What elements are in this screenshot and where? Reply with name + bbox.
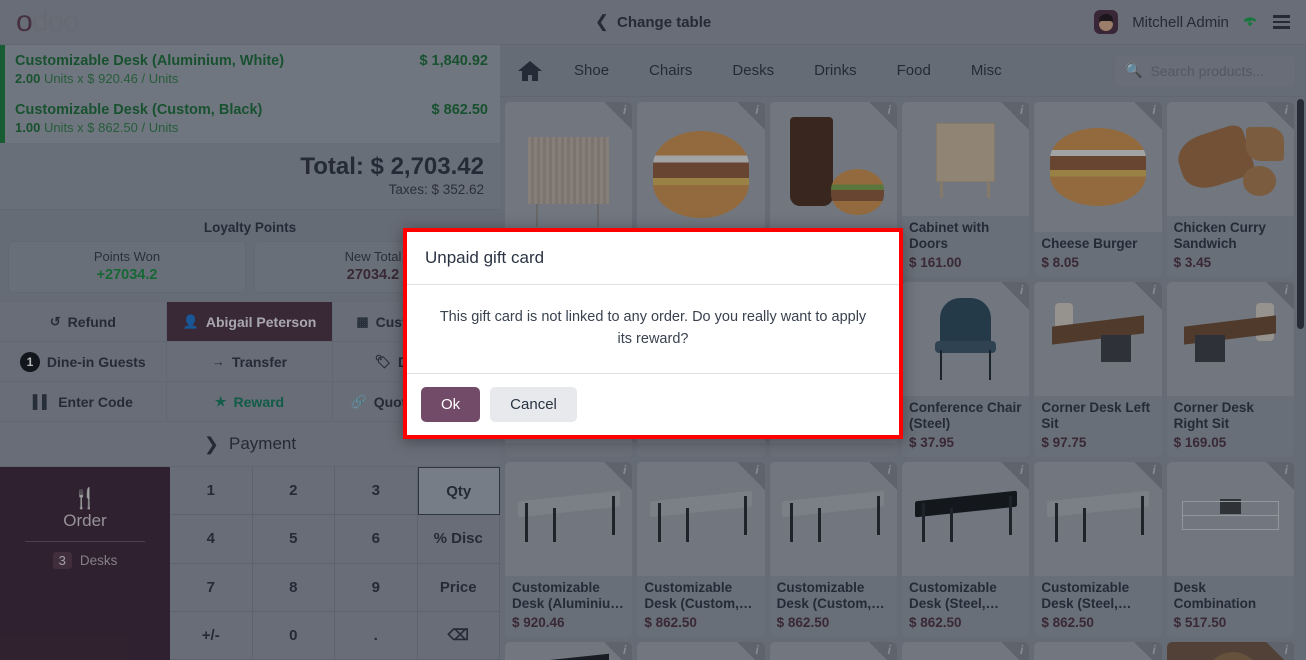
pos-app: odoo ❮ Change table Mitchell Admin ◓ Cus… [0, 0, 1306, 660]
cancel-button[interactable]: Cancel [490, 386, 577, 422]
unpaid-gift-card-dialog: Unpaid gift card This gift card is not l… [403, 228, 903, 439]
dialog-message: This gift card is not linked to any orde… [407, 285, 899, 374]
ok-button[interactable]: Ok [421, 386, 481, 422]
dialog-footer: Ok Cancel [407, 374, 899, 435]
dialog-title: Unpaid gift card [407, 232, 899, 285]
